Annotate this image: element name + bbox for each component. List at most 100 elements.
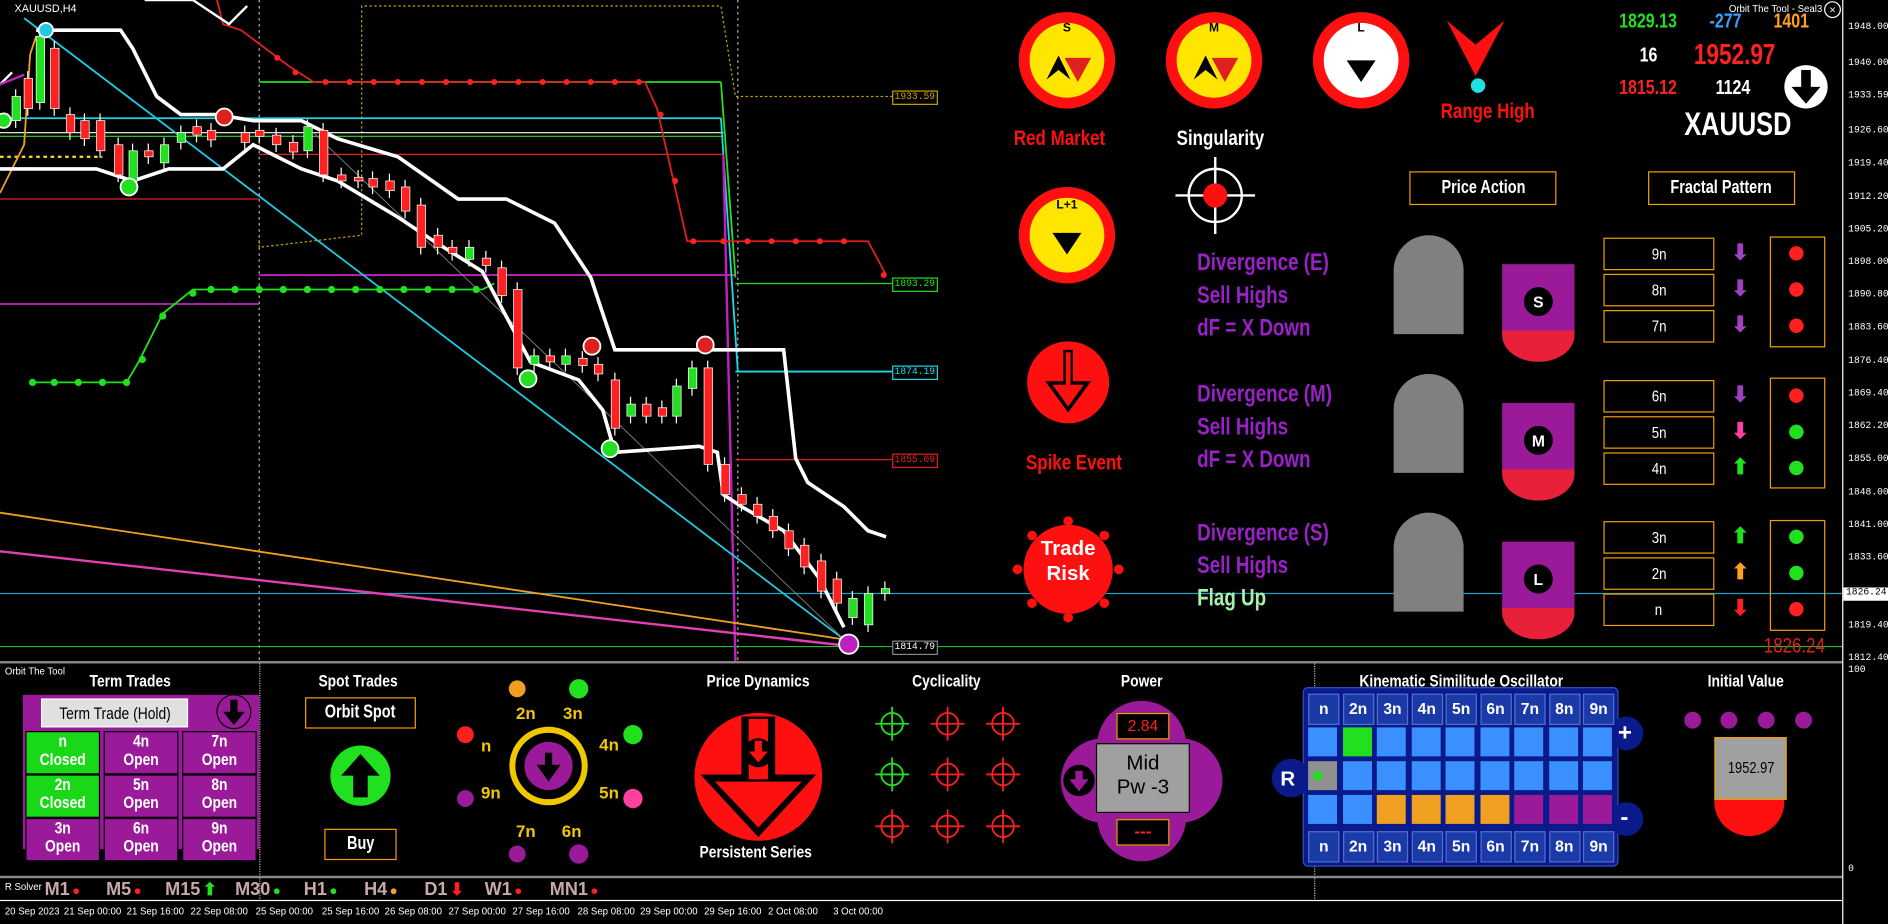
timeframe-h4[interactable]: H4 ● xyxy=(364,879,398,900)
kso-cell[interactable] xyxy=(1411,727,1441,757)
candle-body xyxy=(800,544,810,568)
orbit-spot-button[interactable]: Orbit Spot xyxy=(305,697,416,729)
fractal-row-n[interactable]: n xyxy=(1603,593,1715,627)
kso-cell[interactable] xyxy=(1411,761,1441,791)
kso-cell[interactable] xyxy=(1514,794,1544,824)
kso-cell[interactable] xyxy=(1582,727,1612,757)
term-trade-cell-7n[interactable]: 7n Open xyxy=(182,731,257,775)
candle-body xyxy=(817,560,827,592)
fractal-row-7n[interactable]: 7n xyxy=(1603,310,1715,343)
stat-1: 1829.13 xyxy=(1619,9,1677,33)
stat-7: 1124 xyxy=(1715,75,1751,99)
price-action-button[interactable]: Price Action xyxy=(1409,171,1557,206)
kso-cell[interactable] xyxy=(1308,761,1338,791)
timeframe-mn1[interactable]: MN1 ● xyxy=(550,879,599,900)
kso-cell[interactable] xyxy=(1376,761,1406,791)
close-indicator-button[interactable]: × xyxy=(1824,1,1841,19)
timeframe-m5[interactable]: M5 ● xyxy=(106,879,142,900)
fractal-row-3n[interactable]: 3n xyxy=(1603,521,1715,554)
fractal-row-5n[interactable]: 5n xyxy=(1603,416,1715,449)
timeframe-label: M1 xyxy=(44,879,70,900)
fractal-row-6n[interactable]: 6n xyxy=(1603,379,1715,413)
timeframe-h1[interactable]: H1 ● xyxy=(304,879,338,900)
status-dot-icon xyxy=(1789,601,1804,617)
price-axis-label: 1855.00 xyxy=(1848,453,1888,465)
level-tag-yellow: 1933.59 xyxy=(892,90,938,105)
term-trade-cell-2n[interactable]: 2n Closed xyxy=(25,774,101,818)
candle-body xyxy=(481,257,492,266)
term-trade-hold-button[interactable]: Term Trade (Hold) xyxy=(40,698,189,728)
kso-cell[interactable] xyxy=(1479,727,1509,757)
kso-plus-button[interactable]: + xyxy=(1618,720,1632,748)
status-dot-icon xyxy=(1789,246,1804,261)
kso-cell[interactable] xyxy=(1548,761,1578,791)
divergence-s-title: Divergence (S) xyxy=(1197,519,1329,547)
candle-body xyxy=(272,134,282,146)
kso-minus-button[interactable]: - xyxy=(1620,805,1628,833)
kso-cell[interactable] xyxy=(1342,727,1372,757)
fractal-row-8n[interactable]: 8n xyxy=(1603,273,1715,307)
time-axis-label: 21 Sep 16:00 xyxy=(126,905,184,917)
badge-m: M xyxy=(1502,402,1575,501)
kso-cell[interactable] xyxy=(1308,794,1338,824)
gauge-m-shape xyxy=(1393,373,1464,473)
kso-cell[interactable] xyxy=(1548,794,1578,824)
arrow-down-icon: ⬇ xyxy=(1731,418,1750,443)
kso-cell[interactable] xyxy=(1582,761,1612,791)
osc-axis-top: 100 xyxy=(1848,664,1866,676)
fractal-row-9n[interactable]: 9n xyxy=(1603,237,1715,271)
kso-cell[interactable] xyxy=(1582,794,1612,824)
kso-cell[interactable] xyxy=(1376,727,1406,757)
kso-header-4n: 4n xyxy=(1411,693,1443,725)
kso-cell[interactable] xyxy=(1445,727,1475,757)
kso-cell[interactable] xyxy=(1514,727,1544,757)
candle-body xyxy=(848,597,858,618)
buy-button[interactable]: Buy xyxy=(324,828,397,861)
term-trade-cell-n[interactable]: n Closed xyxy=(25,731,101,775)
kso-cell[interactable] xyxy=(1445,794,1475,824)
candle-body xyxy=(561,355,571,365)
subwindow-separator[interactable] xyxy=(0,661,1843,664)
term-trade-cell-6n[interactable]: 6n Open xyxy=(103,817,179,862)
orbit-label-6n: 6n xyxy=(561,821,582,841)
kso-cell[interactable] xyxy=(1479,794,1509,824)
timeframe-w1[interactable]: W1 ● xyxy=(485,879,523,900)
candle-body xyxy=(433,234,443,248)
candle-body xyxy=(240,132,250,143)
fractal-row-4n[interactable]: 4n xyxy=(1603,452,1715,485)
kso-cell[interactable] xyxy=(1445,761,1475,791)
kso-cell[interactable] xyxy=(1411,794,1441,824)
kso-cell[interactable] xyxy=(1308,727,1338,757)
stat-5: 1952.97 xyxy=(1693,38,1776,72)
time-axis-label: 29 Sep 16:00 xyxy=(704,905,762,917)
price-axis-label: 1926.60 xyxy=(1848,125,1888,137)
term-trade-down-icon xyxy=(216,694,252,730)
current-price-tag: 1826.24 xyxy=(1843,587,1888,601)
timeframe-d1[interactable]: D1 ⬇ xyxy=(424,879,464,900)
price-axis-label: 1833.60 xyxy=(1848,552,1888,564)
kso-cell[interactable] xyxy=(1342,794,1372,824)
timeframe-m1[interactable]: M1 ● xyxy=(45,879,81,900)
kso-cell[interactable] xyxy=(1342,761,1372,791)
term-trade-cell-3n[interactable]: 3n Open xyxy=(25,817,101,862)
chart-symbol-title: XAUUSD,H4 xyxy=(14,2,77,15)
fractal-row-2n[interactable]: 2n xyxy=(1603,557,1715,590)
kso-cell[interactable] xyxy=(1376,794,1406,824)
subwindow-separator-2[interactable] xyxy=(0,875,1843,879)
kso-cell[interactable] xyxy=(1548,727,1578,757)
spot-up-arrow-icon xyxy=(330,745,391,806)
kso-cell[interactable] xyxy=(1514,761,1544,791)
term-trade-cell-5n[interactable]: 5n Open xyxy=(103,774,179,818)
price-axis-label: 1912.20 xyxy=(1848,191,1888,203)
candle-body xyxy=(385,180,395,191)
term-trade-cell-4n[interactable]: 4n Open xyxy=(103,731,179,775)
orbit-label-3n: 3n xyxy=(563,703,583,723)
fractal-pattern-button[interactable]: Fractal Pattern xyxy=(1648,171,1796,206)
term-trade-cell-9n[interactable]: 9n Open xyxy=(182,817,257,862)
timeframe-m30[interactable]: M30 ● xyxy=(235,879,281,900)
kso-cell[interactable] xyxy=(1479,761,1509,791)
term-trade-cell-label: 4n xyxy=(132,731,150,751)
divergence-s-line3: Flag Up xyxy=(1197,585,1267,612)
timeframe-m15[interactable]: M15 ⬆ xyxy=(165,879,217,900)
term-trade-cell-8n[interactable]: 8n Open xyxy=(182,774,257,818)
